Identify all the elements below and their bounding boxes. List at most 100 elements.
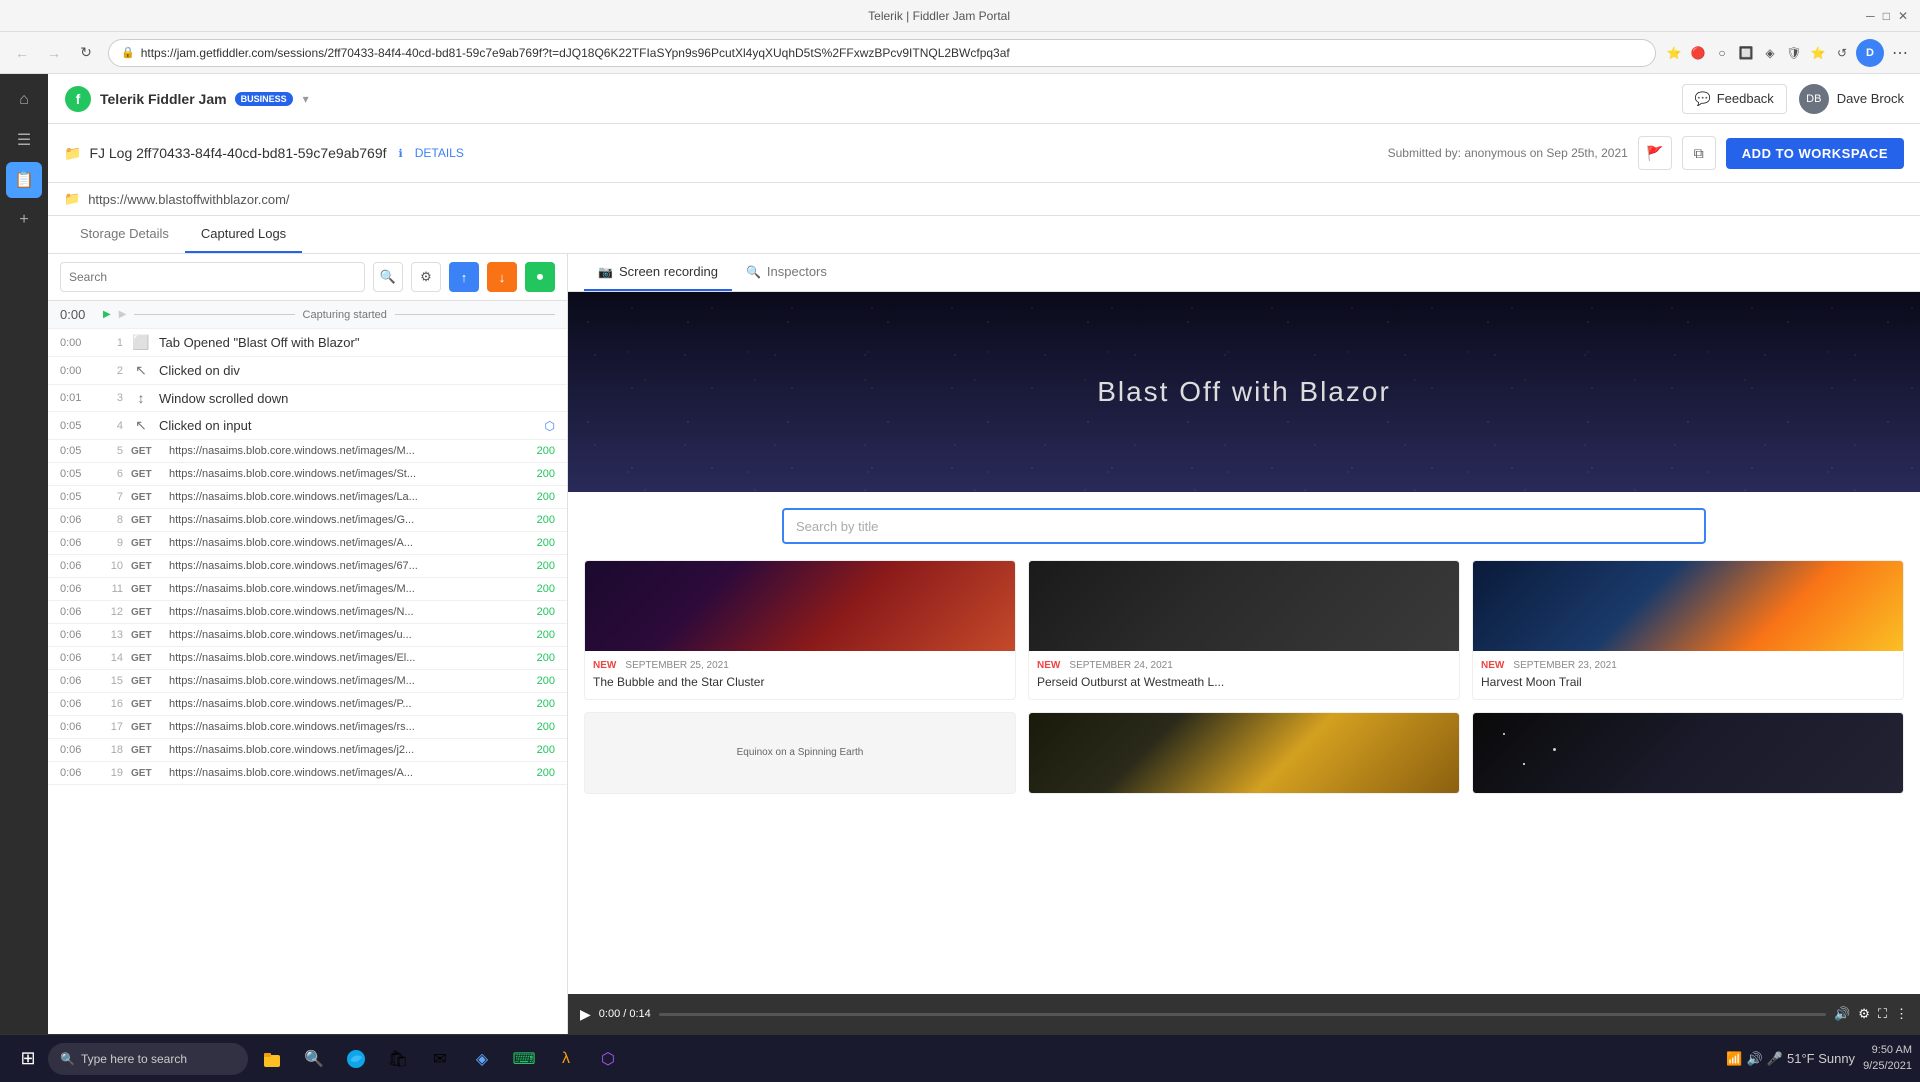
taskbar-app-store[interactable]: 🛍 xyxy=(378,1039,418,1079)
volume-icon[interactable]: 🔊 xyxy=(1747,1051,1763,1067)
bottom-card[interactable]: Equinox on a Spinning Earth xyxy=(584,712,1016,794)
record-button[interactable]: ⏺ xyxy=(525,262,555,292)
video-progress-bar[interactable] xyxy=(659,1013,1826,1016)
tab-captured[interactable]: Captured Logs xyxy=(185,216,302,253)
video-play-button[interactable]: ▶ xyxy=(580,1006,591,1023)
bottom-card[interactable] xyxy=(1028,712,1460,794)
panels: 🔍 ⚙ ↑ ↓ ⏺ 0:00 ▶ ▶ xyxy=(48,254,1920,1034)
ext-icon-2[interactable]: 🔴 xyxy=(1688,43,1708,63)
article-card[interactable]: NEW SEPTEMBER 24, 2021 Perseid Outburst … xyxy=(1028,560,1460,700)
table-row[interactable]: 0:05 4 ↖ Clicked on input ⬡ xyxy=(48,412,567,440)
play-icon[interactable]: ▶ xyxy=(103,309,111,320)
tab-storage[interactable]: Storage Details xyxy=(64,216,185,253)
settings-icon[interactable]: ⚙ xyxy=(1858,1006,1870,1022)
search-input[interactable] xyxy=(60,262,365,292)
volume-icon[interactable]: 🔊 xyxy=(1834,1006,1850,1022)
log-url: https://nasaims.blob.core.windows.net/im… xyxy=(169,606,517,618)
sidebar-icon-active[interactable]: 📋 xyxy=(6,162,42,198)
table-row[interactable]: 0:06 19 GET https://nasaims.blob.core.wi… xyxy=(48,762,567,785)
more-icon[interactable]: ⋮ xyxy=(1895,1006,1908,1022)
article-card[interactable]: NEW SEPTEMBER 23, 2021 Harvest Moon Trai… xyxy=(1472,560,1904,700)
table-row[interactable]: 0:06 17 GET https://nasaims.blob.core.wi… xyxy=(48,716,567,739)
article-card[interactable]: NEW SEPTEMBER 25, 2021 The Bubble and th… xyxy=(584,560,1016,700)
taskbar-app-vscode[interactable]: ◈ xyxy=(462,1039,502,1079)
export-icon[interactable]: ⬡ xyxy=(545,419,555,433)
table-row[interactable]: 0:06 15 GET https://nasaims.blob.core.wi… xyxy=(48,670,567,693)
taskbar-app-lambda[interactable]: λ xyxy=(546,1039,586,1079)
site-search-box[interactable]: Search by title xyxy=(782,508,1706,544)
flag-button[interactable]: 🚩 xyxy=(1638,136,1672,170)
details-link[interactable]: DETAILS xyxy=(415,146,464,160)
log-status: 200 xyxy=(525,606,555,618)
refresh-button[interactable]: ↻ xyxy=(72,39,100,67)
ext-icon-3[interactable]: ○ xyxy=(1712,43,1732,63)
log-num: 15 xyxy=(103,675,123,687)
fullscreen-icon[interactable]: ⛶ xyxy=(1878,1006,1887,1022)
log-num: 17 xyxy=(103,721,123,733)
taskbar-app-file-explorer[interactable] xyxy=(252,1039,292,1079)
taskbar-app-edge[interactable] xyxy=(336,1039,376,1079)
table-row[interactable]: 0:06 8 GET https://nasaims.blob.core.win… xyxy=(48,509,567,532)
search-icon: 🔍 xyxy=(60,1052,75,1066)
network-icon[interactable]: 📶 xyxy=(1726,1051,1742,1067)
table-row[interactable]: 0:06 10 GET https://nasaims.blob.core.wi… xyxy=(48,555,567,578)
browser-menu-button[interactable]: ⋯ xyxy=(1888,41,1912,65)
table-row[interactable]: 0:06 14 GET https://nasaims.blob.core.wi… xyxy=(48,647,567,670)
table-row[interactable]: 0:00 1 ⬜ Tab Opened "Blast Off with Blaz… xyxy=(48,329,567,357)
table-row[interactable]: 0:01 3 ↕ Window scrolled down xyxy=(48,385,567,412)
feedback-button[interactable]: 💬 Feedback xyxy=(1682,84,1787,114)
window-action-controls[interactable]: ─ □ ✕ xyxy=(1866,9,1908,23)
taskbar-app-visual-studio[interactable]: ⬡ xyxy=(588,1039,628,1079)
bottom-card[interactable] xyxy=(1472,712,1904,794)
chevron-down-icon[interactable]: ▾ xyxy=(303,92,309,106)
table-row[interactable]: 0:05 7 GET https://nasaims.blob.core.win… xyxy=(48,486,567,509)
http-method: GET xyxy=(131,469,161,480)
table-row[interactable]: 0:00 2 ↖ Clicked on div xyxy=(48,357,567,385)
profile-button[interactable]: D xyxy=(1856,39,1884,67)
address-bar[interactable]: 🔒 https://jam.getfiddler.com/sessions/2f… xyxy=(108,39,1656,67)
ext-icon-4[interactable]: 🔲 xyxy=(1736,43,1756,63)
taskbar-app-mail[interactable]: ✉ xyxy=(420,1039,460,1079)
sidebar-icon-add[interactable]: + xyxy=(6,202,42,238)
table-row[interactable]: 0:06 11 GET https://nasaims.blob.core.wi… xyxy=(48,578,567,601)
table-row[interactable]: 0:06 9 GET https://nasaims.blob.core.win… xyxy=(48,532,567,555)
ext-icon-6[interactable]: 🛡 xyxy=(1784,43,1804,63)
log-url: https://nasaims.blob.core.windows.net/im… xyxy=(169,767,517,779)
user-info[interactable]: DB Dave Brock xyxy=(1799,84,1904,114)
table-row[interactable]: 0:05 5 GET https://nasaims.blob.core.win… xyxy=(48,440,567,463)
download-down-button[interactable]: ↓ xyxy=(487,262,517,292)
log-status: 200 xyxy=(525,721,555,733)
tab-inspectors[interactable]: 🔍 Inspectors xyxy=(732,254,841,291)
sidebar-icon-list[interactable]: ☰ xyxy=(6,122,42,158)
taskbar-search[interactable]: 🔍 Type here to search xyxy=(48,1043,248,1075)
ext-icon-7[interactable]: ⭐ xyxy=(1808,43,1828,63)
copy-button[interactable]: ⧉ xyxy=(1682,136,1716,170)
ext-icon-8[interactable]: ↺ xyxy=(1832,43,1852,63)
download-up-button[interactable]: ↑ xyxy=(449,262,479,292)
close-icon[interactable]: ✕ xyxy=(1898,9,1908,23)
sidebar-icon-home[interactable]: ⌂ xyxy=(6,82,42,118)
maximize-icon[interactable]: □ xyxy=(1883,9,1890,23)
table-row[interactable]: 0:06 12 GET https://nasaims.blob.core.wi… xyxy=(48,601,567,624)
start-button[interactable]: ⊞ xyxy=(8,1039,48,1079)
lambda-icon: λ xyxy=(562,1050,570,1068)
tab-screen-recording[interactable]: 📷 Screen recording xyxy=(584,254,732,291)
table-row[interactable]: 0:06 13 GET https://nasaims.blob.core.wi… xyxy=(48,624,567,647)
back-button[interactable]: ← xyxy=(8,39,36,67)
taskbar-app-terminal[interactable]: ⌨ xyxy=(504,1039,544,1079)
taskbar-app-search[interactable]: 🔍 xyxy=(294,1039,334,1079)
ext-icon-5[interactable]: ◈ xyxy=(1760,43,1780,63)
add-workspace-button[interactable]: ADD TO WORKSPACE xyxy=(1726,138,1904,169)
minimize-icon[interactable]: ─ xyxy=(1866,9,1875,23)
mic-icon[interactable]: 🎤 xyxy=(1767,1051,1783,1067)
clock-time: 9:50 AM xyxy=(1863,1043,1912,1058)
search-button[interactable]: 🔍 xyxy=(373,262,403,292)
ext-icon-1[interactable]: ⭐ xyxy=(1664,43,1684,63)
star-decoration xyxy=(1503,733,1505,735)
forward-button[interactable]: → xyxy=(40,39,68,67)
log-time: 0:05 xyxy=(60,445,95,457)
table-row[interactable]: 0:05 6 GET https://nasaims.blob.core.win… xyxy=(48,463,567,486)
table-row[interactable]: 0:06 18 GET https://nasaims.blob.core.wi… xyxy=(48,739,567,762)
filter-button[interactable]: ⚙ xyxy=(411,262,441,292)
table-row[interactable]: 0:06 16 GET https://nasaims.blob.core.wi… xyxy=(48,693,567,716)
